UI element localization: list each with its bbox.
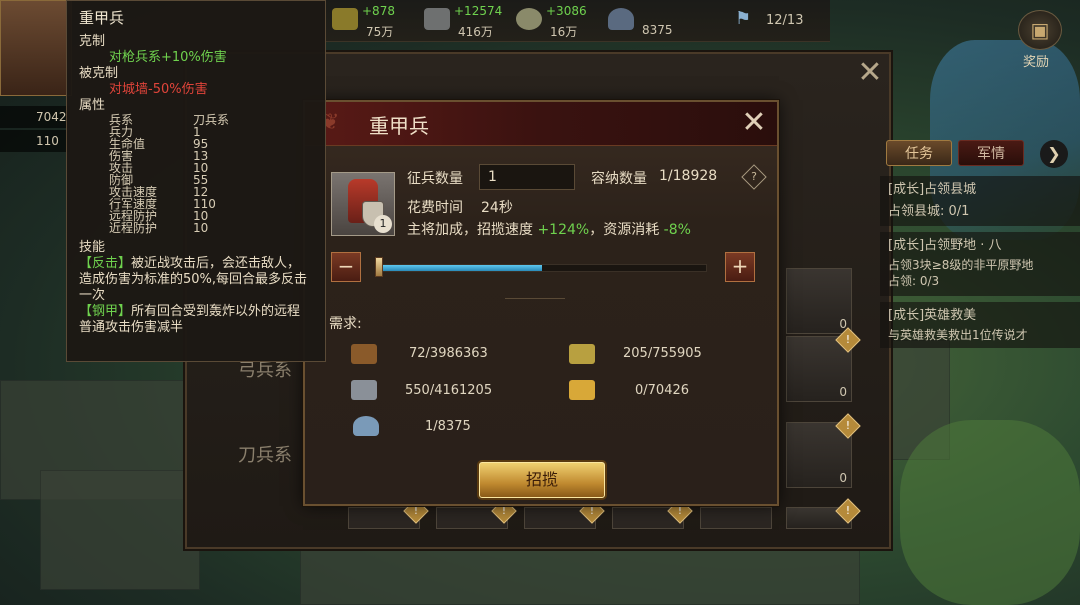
resource-delta: +3086 (546, 4, 587, 18)
resource-food[interactable]: +878 75万 (326, 0, 418, 42)
bonus-speed: +124% (537, 222, 590, 238)
counter-text: 对枪兵系+10%伤害 (109, 50, 227, 65)
chevron-right-icon[interactable]: ❯ (1040, 140, 1068, 168)
bonus-line: 主将加成，招揽速度 +124%，资源消耗 -8% (407, 219, 691, 239)
skill-header: 技能 (79, 240, 106, 255)
quest-item[interactable]: [成长]占领野地 · 八 占领3块≥8级的非平原野地 占领: 0/3 (880, 232, 1080, 296)
qty-slider[interactable] (377, 264, 707, 272)
lord-avatar[interactable] (0, 0, 72, 96)
tooltip-title: 重甲兵 (79, 9, 125, 27)
unit-level-badge: 1 (374, 215, 392, 233)
iron-icon (424, 8, 450, 30)
population-icon (608, 8, 634, 30)
resource-value: 416万 (458, 25, 493, 39)
attr-header: 属性 (79, 98, 106, 113)
wood-icon (351, 344, 377, 364)
barracks-close-button[interactable]: ✕ (854, 58, 886, 90)
heavy-infantry-icon[interactable]: 1 (331, 172, 395, 236)
unit-slot[interactable]: ! (612, 498, 693, 529)
countered-text: 对城墙-50%伤害 (109, 82, 208, 97)
quest-title: [成长]占领县城 (888, 182, 977, 197)
capacity-value: 1/18928 (659, 168, 718, 184)
field (900, 420, 1080, 605)
req-gold: 0/70426 (635, 383, 690, 398)
coin-icon (516, 8, 542, 30)
quest-detail: 占领县城: 0/1 (888, 204, 970, 219)
tab-tasks[interactable]: 任务 (886, 140, 952, 166)
capacity-label: 容纳数量 (591, 171, 647, 187)
unit-slot[interactable]: ! 0 (786, 327, 861, 402)
time-value: 24秒 (481, 200, 513, 216)
resource-delta: +12574 (454, 4, 503, 18)
close-icon[interactable]: ✕ (737, 106, 771, 140)
unit-tooltip: 重甲兵 克制 对枪兵系+10%伤害 被克制 对城墙-50%伤害 属性 兵系 刀兵系… (66, 0, 326, 362)
skill-entry: 【反击】被近战攻击后，会还击敌人，造成伤害为标准的50%,每回合最多反击一次 (79, 256, 308, 303)
quest-detail: 占领3块≥8级的非平原野地 (888, 258, 1034, 272)
bonus-cost: -8% (663, 222, 691, 238)
dialog-header: ❦ 重甲兵 ✕ (305, 102, 777, 146)
bonus-mid: ，资源消耗 (589, 222, 660, 238)
req-wood: 72/3986363 (409, 346, 488, 361)
quest-title: [成长]英雄救美 (888, 308, 977, 323)
requirements-label: 需求: (329, 316, 362, 332)
slider-fill (378, 265, 542, 271)
food-icon (569, 344, 595, 364)
recruit-button[interactable]: 招揽 (479, 462, 605, 498)
slider-handle[interactable] (375, 257, 383, 277)
unit-slot[interactable]: ! (436, 498, 517, 529)
bonus-prefix: 主将加成，招揽速度 (407, 222, 533, 238)
left-resource: 7042 (0, 106, 70, 128)
countered-header: 被克制 (79, 66, 119, 81)
quest-item[interactable]: [成长]英雄救美 与英雄救美救出1位传说才 (880, 302, 1080, 348)
resource-delta: +878 (362, 4, 395, 18)
unit-slot[interactable]: ! 0 (786, 413, 861, 488)
unit-slot[interactable] (700, 507, 772, 529)
city-block (40, 470, 200, 590)
population-icon (353, 416, 379, 436)
tab-military[interactable]: 军情 (958, 140, 1024, 166)
attr-row: 近程防护 10 (109, 221, 209, 235)
gift-label[interactable]: 奖励 (1023, 51, 1049, 70)
unit-slot[interactable]: ! (524, 498, 605, 529)
resource-population[interactable]: 8375 (602, 0, 694, 42)
unit-count: 0 (839, 385, 847, 399)
skill-entry: 【钢甲】所有回合受到轰炸以外的远程普通攻击伤害减半 (79, 304, 301, 335)
flag-icon[interactable]: ⚑ (735, 8, 761, 30)
quest-progress: 占领: 0/3 (888, 274, 940, 288)
left-resource: 110 (0, 130, 70, 152)
resource-value: 75万 (366, 25, 394, 39)
resource-coin[interactable]: +3086 16万 (510, 0, 602, 42)
resource-value: 16万 (550, 25, 578, 39)
unit-slot[interactable]: ! (786, 498, 861, 529)
gold-icon (569, 380, 595, 400)
req-food: 205/755905 (623, 346, 702, 361)
flag-count: 12/13 (766, 13, 804, 28)
unit-slot[interactable]: 0 (786, 268, 852, 334)
unit-slot[interactable]: ! (348, 498, 429, 529)
unit-count: 0 (839, 471, 847, 485)
qty-label: 征兵数量 (407, 171, 463, 187)
dialog-title: 重甲兵 (369, 114, 429, 138)
iron-icon (351, 380, 377, 400)
req-population: 1/8375 (425, 419, 471, 434)
quest-item[interactable]: [成长]占领县城 占领县城: 0/1 (880, 176, 1080, 226)
time-label: 花费时间 (407, 200, 463, 216)
minus-button[interactable]: − (331, 252, 361, 282)
plus-button[interactable]: + (725, 252, 755, 282)
help-icon[interactable]: ? (741, 164, 767, 190)
quest-title: [成长]占领野地 · 八 (888, 238, 1002, 253)
req-iron: 550/4161205 (405, 383, 493, 398)
divider (505, 298, 565, 299)
resource-value: 8375 (642, 23, 673, 37)
gift-icon[interactable]: ▣ (1018, 10, 1062, 50)
category-label: 刀兵系 (238, 445, 292, 466)
food-icon (332, 8, 358, 30)
resource-iron[interactable]: +12574 416万 (418, 0, 510, 42)
city-wall-bottom (300, 540, 860, 605)
qty-input[interactable]: 1 (479, 164, 575, 190)
recruit-dialog: ❦ 重甲兵 ✕ 1 征兵数量 1 容纳数量 1/18928 ? 花费时间 24秒… (303, 100, 779, 506)
counter-header: 克制 (79, 34, 106, 49)
quest-detail: 与英雄救美救出1位传说才 (888, 328, 1028, 342)
